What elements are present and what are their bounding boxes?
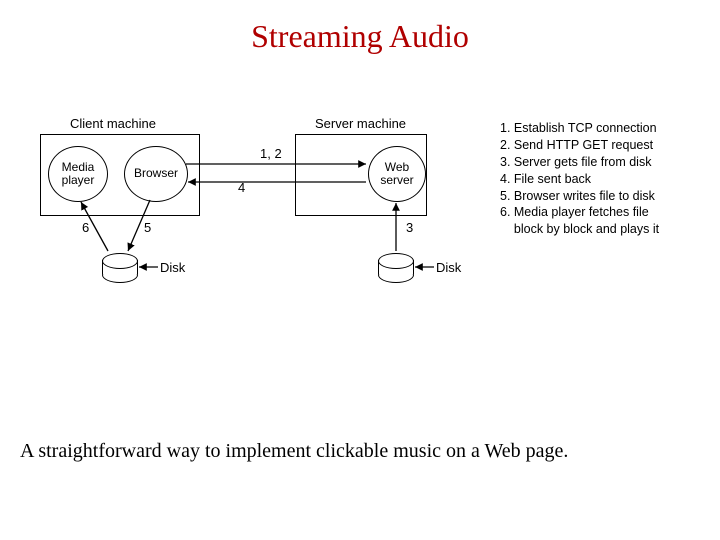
step-6b: block by block and plays it	[500, 221, 659, 238]
client-disk-label: Disk	[160, 260, 185, 275]
edge-label-3: 3	[406, 220, 413, 235]
step-2: 2. Send HTTP GET request	[500, 137, 659, 154]
server-disk-label: Disk	[436, 260, 461, 275]
caption: A straightforward way to implement click…	[20, 440, 700, 463]
edge-label-12: 1, 2	[260, 146, 282, 161]
edge-label-6: 6	[82, 220, 89, 235]
step-3: 3. Server gets file from disk	[500, 154, 659, 171]
steps-list: 1. Establish TCP connection 2. Send HTTP…	[500, 120, 659, 238]
step-6a: 6. Media player fetches file	[500, 204, 659, 221]
step-1: 1. Establish TCP connection	[500, 120, 659, 137]
page-title: Streaming Audio	[0, 18, 720, 55]
step-5: 5. Browser writes file to disk	[500, 188, 659, 205]
edge-label-5: 5	[144, 220, 151, 235]
edge-label-4: 4	[238, 180, 245, 195]
slide: Streaming Audio Client machine Server ma…	[0, 0, 720, 540]
step-4: 4. File sent back	[500, 171, 659, 188]
diagram: Client machine Server machine Media play…	[40, 120, 680, 400]
